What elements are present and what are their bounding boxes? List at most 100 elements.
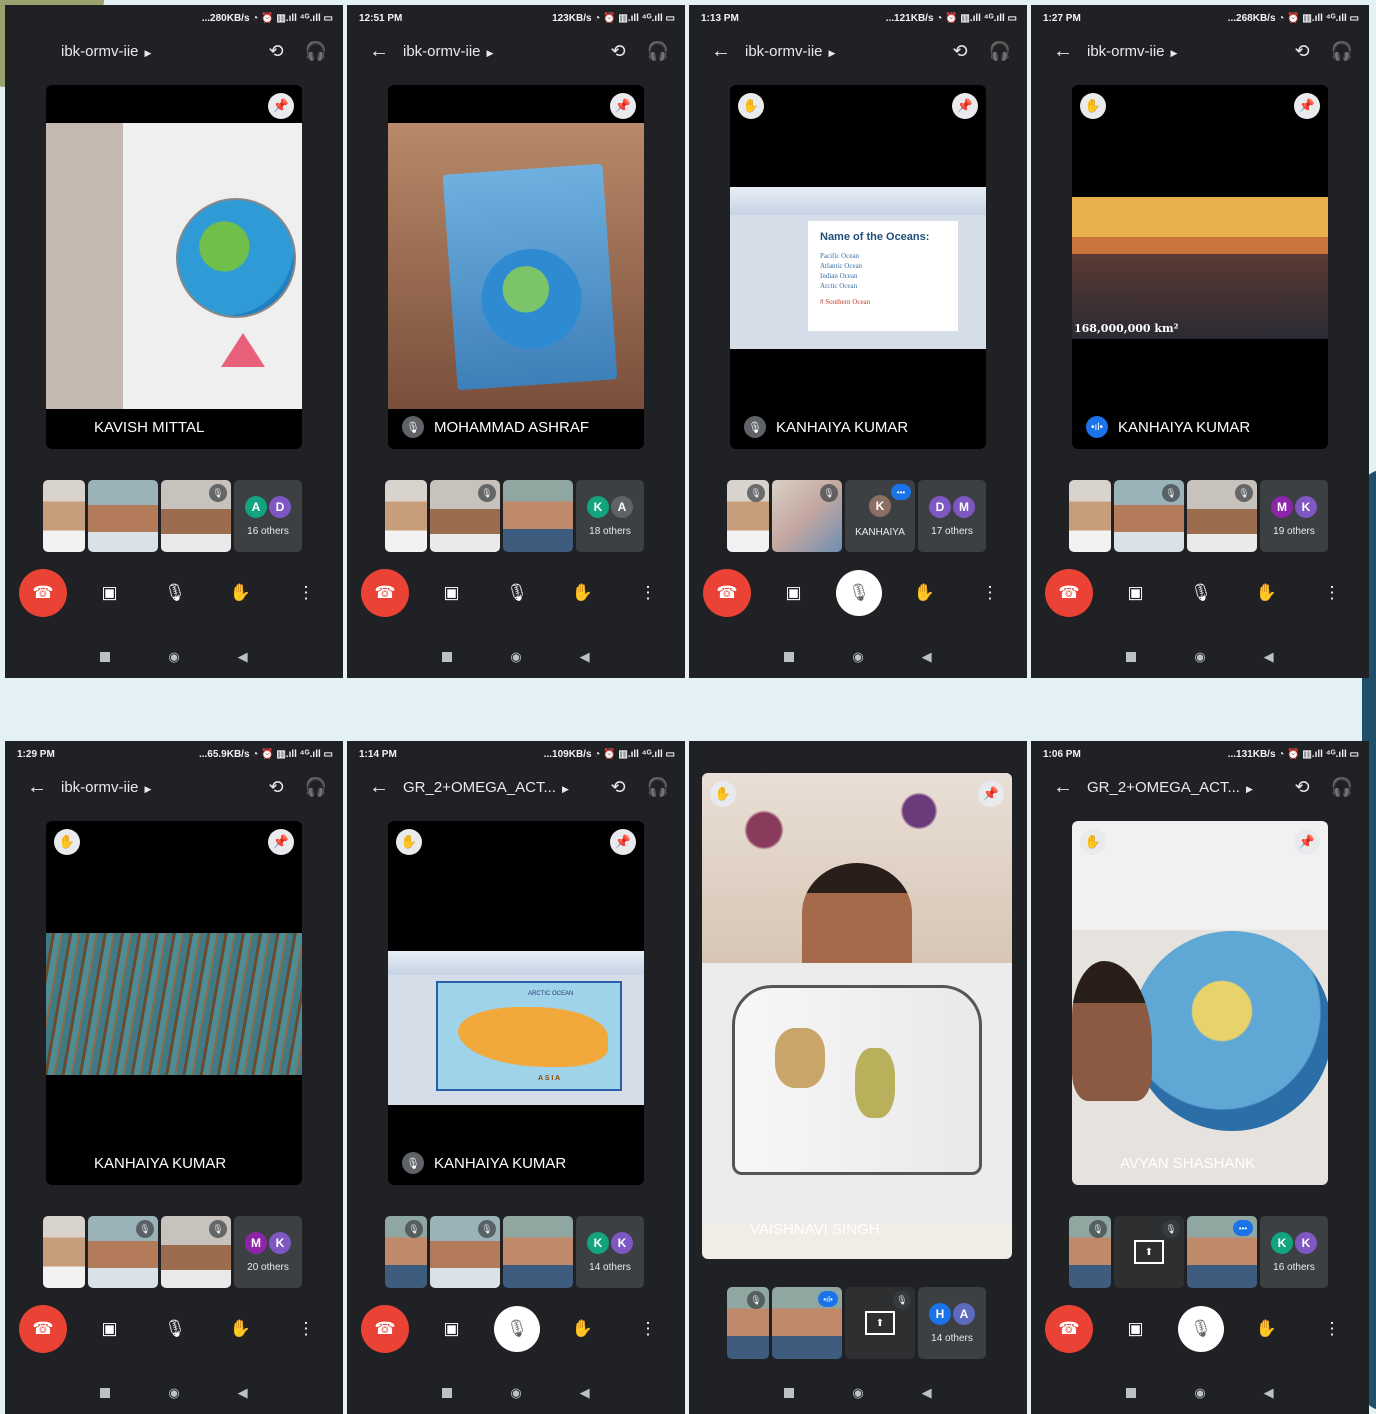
more-options-button[interactable]: ⋮ — [625, 570, 671, 616]
meeting-code[interactable]: ibk-ormv-iie ▶ — [403, 43, 593, 60]
switch-camera-icon[interactable]: ⟲ — [945, 41, 975, 62]
raise-hand-button[interactable]: ✋ — [1244, 1306, 1290, 1352]
raise-hand-button[interactable]: ✋ — [560, 1306, 606, 1352]
pin-icon[interactable]: 📌 — [978, 781, 1004, 807]
recents-button[interactable] — [1126, 652, 1137, 662]
more-options-button[interactable]: ⋮ — [625, 1306, 671, 1352]
meeting-code[interactable]: ibk-ormv-iie ▶ — [61, 779, 251, 796]
switch-camera-icon[interactable]: ⟲ — [603, 41, 633, 62]
back-button[interactable]: ◀ — [1264, 649, 1274, 665]
others-tile[interactable]: AD 16 others — [234, 480, 302, 552]
recents-button[interactable] — [100, 652, 111, 662]
camera-button[interactable]: ▣ — [1113, 1306, 1159, 1352]
microphone-button[interactable]: 🎙 — [1178, 570, 1224, 616]
camera-button[interactable]: ▣ — [429, 570, 475, 616]
main-video-stage[interactable]: ✋ 📌 168,000,000 km² •ıl• KANHAIYA KUMAR — [1072, 85, 1328, 449]
others-tile[interactable]: KK 14 others — [576, 1216, 644, 1288]
home-button[interactable]: ◉ — [1194, 649, 1205, 665]
participant-tile[interactable]: 🎙 — [727, 1287, 769, 1359]
participant-tile[interactable]: 🎙 — [727, 480, 769, 552]
back-button[interactable]: ◀ — [238, 1385, 248, 1401]
main-video-stage[interactable]: 📌 KAVISH MITTAL — [46, 85, 302, 449]
back-arrow-icon[interactable]: ← — [369, 776, 393, 799]
headphones-icon[interactable]: 🎧 — [1327, 41, 1357, 62]
recents-button[interactable] — [1126, 1388, 1137, 1398]
others-tile[interactable]: MK 19 others — [1260, 480, 1328, 552]
end-call-button[interactable]: ☎ — [361, 569, 409, 617]
pin-icon[interactable]: 📌 — [1294, 93, 1320, 119]
home-button[interactable]: ◉ — [168, 649, 179, 665]
participant-tile[interactable]: 🎙 — [385, 1216, 427, 1288]
back-button[interactable]: ◀ — [580, 1385, 590, 1401]
main-video-stage[interactable]: ✋ 📌 Name of the Oceans: Pacific Ocean At… — [730, 85, 986, 449]
participant-tile[interactable] — [88, 480, 158, 552]
end-call-button[interactable]: ☎ — [361, 1305, 409, 1353]
headphones-icon[interactable]: 🎧 — [301, 41, 331, 62]
recents-button[interactable] — [442, 1388, 453, 1398]
raise-hand-button[interactable]: ✋ — [218, 570, 264, 616]
headphones-icon[interactable]: 🎧 — [985, 41, 1015, 62]
others-tile[interactable]: KK 16 others — [1260, 1216, 1328, 1288]
back-arrow-icon[interactable]: ← — [369, 40, 393, 63]
main-video-stage[interactable]: ✋ 📌 KANHAIYA KUMAR — [46, 821, 302, 1185]
switch-camera-icon[interactable]: ⟲ — [603, 777, 633, 798]
home-button[interactable]: ◉ — [510, 1385, 521, 1401]
others-tile[interactable]: MK 20 others — [234, 1216, 302, 1288]
participant-tile[interactable] — [43, 1216, 85, 1288]
end-call-button[interactable]: ☎ — [19, 569, 67, 617]
camera-button[interactable]: ▣ — [771, 570, 817, 616]
switch-camera-icon[interactable]: ⟲ — [1287, 777, 1317, 798]
pin-icon[interactable]: 📌 — [610, 93, 636, 119]
participant-tile[interactable]: ••• — [1187, 1216, 1257, 1288]
microphone-muted-button[interactable]: 🎙 — [494, 1306, 540, 1352]
pin-icon[interactable]: 📌 — [952, 93, 978, 119]
participant-tile[interactable]: •ıl• — [772, 1287, 842, 1359]
switch-camera-icon[interactable]: ⟲ — [261, 777, 291, 798]
meeting-code[interactable]: ibk-ormv-iie ▶ — [745, 43, 935, 60]
pin-icon[interactable]: 📌 — [268, 93, 294, 119]
main-video-stage[interactable]: ✋ 📌 VAISHNAVI SINGH — [702, 773, 1012, 1259]
participant-tile[interactable]: 🎙 — [88, 1216, 158, 1288]
pin-icon[interactable]: 📌 — [610, 829, 636, 855]
microphone-muted-button[interactable]: 🎙 — [836, 570, 882, 616]
raise-hand-button[interactable]: ✋ — [1244, 570, 1290, 616]
home-button[interactable]: ◉ — [1194, 1385, 1205, 1401]
camera-button[interactable]: ▣ — [87, 1306, 133, 1352]
back-button[interactable]: ◀ — [580, 649, 590, 665]
recents-button[interactable] — [442, 652, 453, 662]
participant-tile[interactable] — [503, 480, 573, 552]
participant-tile[interactable]: 🎙 — [430, 1216, 500, 1288]
meeting-code[interactable]: GR_2+OMEGA_ACT... ▶ — [403, 779, 593, 796]
back-arrow-icon[interactable]: ← — [27, 776, 51, 799]
participant-tile[interactable] — [1069, 480, 1111, 552]
home-button[interactable]: ◉ — [510, 649, 521, 665]
meeting-code[interactable]: ibk-ormv-iie ▶ — [1087, 43, 1277, 60]
back-button[interactable]: ◀ — [922, 649, 932, 665]
participant-tile-kanhaiya[interactable]: ••• K KANHAIYA — [845, 480, 915, 552]
more-options-button[interactable]: ⋮ — [967, 570, 1013, 616]
recents-button[interactable] — [784, 652, 795, 662]
headphones-icon[interactable]: 🎧 — [643, 777, 673, 798]
pin-icon[interactable]: 📌 — [1294, 829, 1320, 855]
headphones-icon[interactable]: 🎧 — [301, 777, 331, 798]
home-button[interactable]: ◉ — [852, 649, 863, 665]
microphone-button[interactable]: 🎙 — [152, 570, 198, 616]
recents-button[interactable] — [100, 1388, 111, 1398]
home-button[interactable]: ◉ — [852, 1385, 863, 1401]
switch-camera-icon[interactable]: ⟲ — [1287, 41, 1317, 62]
recents-button[interactable] — [784, 1388, 795, 1398]
camera-button[interactable]: ▣ — [1113, 570, 1159, 616]
back-arrow-icon[interactable]: ← — [1053, 40, 1077, 63]
home-button[interactable]: ◉ — [168, 1385, 179, 1401]
end-call-button[interactable]: ☎ — [1045, 569, 1093, 617]
participant-tile[interactable]: 🎙 — [161, 1216, 231, 1288]
screen-share-tile[interactable]: 🎙 — [1114, 1216, 1184, 1288]
microphone-button[interactable]: 🎙 — [152, 1306, 198, 1352]
participant-tile[interactable]: 🎙 — [1187, 480, 1257, 552]
camera-button[interactable]: ▣ — [429, 1306, 475, 1352]
headphones-icon[interactable]: 🎧 — [1327, 777, 1357, 798]
others-tile[interactable]: HA 14 others — [918, 1287, 986, 1359]
microphone-muted-button[interactable]: 🎙 — [1178, 1306, 1224, 1352]
switch-camera-icon[interactable]: ⟲ — [261, 41, 291, 62]
back-arrow-icon[interactable]: ← — [1053, 776, 1077, 799]
